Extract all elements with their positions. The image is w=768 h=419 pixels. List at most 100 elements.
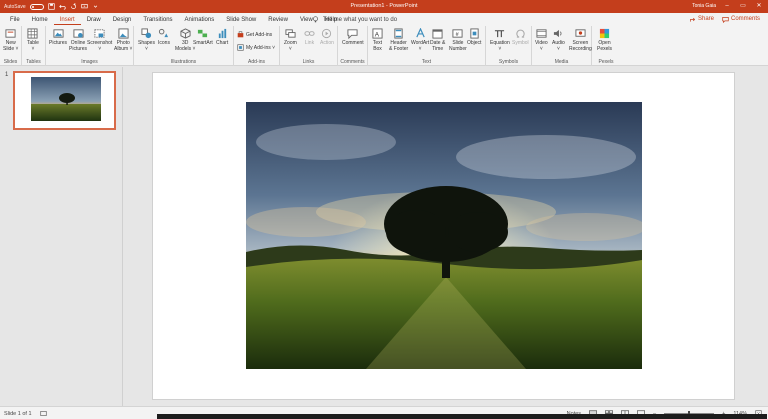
screen-recording-icon [575, 29, 586, 37]
tab-review[interactable]: Review [262, 16, 294, 25]
group-label: Media [554, 59, 569, 65]
equation-button[interactable]: Equation ˅ [490, 28, 510, 52]
comments-button[interactable]: Comments [722, 16, 760, 23]
speaker-icon [553, 29, 562, 38]
pexels-icon [599, 28, 610, 39]
screen-recording-button[interactable]: Screen Recording [569, 28, 592, 52]
text-box-button[interactable]: A Text Box [372, 28, 383, 52]
slide-thumbnails-pane: 1 [0, 67, 123, 406]
chart-button[interactable]: Chart [216, 28, 228, 46]
smartart-icon [198, 29, 208, 38]
object-icon [470, 28, 479, 39]
tab-design[interactable]: Design [107, 16, 138, 25]
tab-slide-show[interactable]: Slide Show [220, 16, 262, 25]
screen-recording-label-2: Recording [569, 46, 592, 52]
object-button[interactable]: Object [467, 28, 481, 46]
group-media: Video ˅ Audio ˅ Screen Recording Media [532, 26, 592, 66]
symbol-button[interactable]: Symbol [512, 28, 529, 46]
table-button[interactable]: Table ˅ [27, 28, 39, 52]
group-pexels: Open Pexels Pexels [592, 26, 620, 66]
share-button[interactable]: Share [689, 16, 714, 23]
cube-icon [180, 28, 191, 39]
photo-album-button[interactable]: Photo Album ˅ [114, 28, 132, 52]
icons-button[interactable]: Icons [158, 28, 170, 46]
tab-draw[interactable]: Draw [81, 16, 107, 25]
chart-label: Chart [216, 40, 229, 46]
landscape-photo[interactable] [246, 102, 642, 369]
online-pictures-label-2: Pictures [69, 46, 88, 52]
date-time-button[interactable]: Date & Time [430, 28, 445, 52]
user-name[interactable]: Tonia Gaia [692, 3, 716, 9]
tell-me-box[interactable]: Tell me what you want to do [312, 16, 397, 23]
wordart-icon [415, 28, 425, 38]
text-box-icon: A [372, 28, 383, 39]
slide-thumbnail[interactable] [13, 71, 116, 130]
smartart-button[interactable]: SmartArt [193, 28, 213, 46]
audio-button[interactable]: Audio ˅ [552, 28, 565, 52]
shapes-button[interactable]: Shapes ˅ [138, 28, 155, 52]
group-label: Comments [340, 59, 365, 65]
pictures-button[interactable]: Pictures [49, 28, 67, 46]
tab-animations[interactable]: Animations [179, 16, 221, 25]
tab-insert[interactable]: Insert [53, 16, 81, 25]
zoom-button[interactable]: Zoom ˅ [284, 28, 297, 52]
online-pictures-button[interactable]: Online Pictures [69, 28, 87, 52]
equation-caret: ˅ [498, 46, 502, 52]
online-pictures-icon [72, 29, 84, 38]
tab-transitions[interactable]: Transitions [137, 16, 178, 25]
tab-home[interactable]: Home [26, 16, 54, 25]
new-slide-icon [5, 29, 16, 38]
svg-text:A: A [375, 31, 380, 38]
minimize-button[interactable]: – [722, 3, 732, 9]
new-slide-label-2: Slide ˅ [3, 46, 19, 52]
ribbon-tabs: File Home Insert Draw Design Transitions Anima… [0, 13, 768, 26]
link-button[interactable]: Link [304, 28, 315, 46]
chart-icon [218, 28, 226, 39]
group-comments: Comment Comments [338, 26, 368, 66]
table-caret: ˅ [31, 46, 35, 52]
slide-canvas[interactable] [152, 72, 735, 400]
close-button[interactable]: ✕ [754, 2, 764, 9]
action-button[interactable]: Action [320, 28, 334, 46]
zoom-icon [285, 29, 296, 38]
new-slide-button[interactable]: New Slide ˅ [3, 28, 18, 52]
header-footer-icon [394, 28, 403, 39]
action-icon [322, 28, 332, 39]
get-addins-button[interactable]: Get Add-ins [237, 31, 272, 38]
video-button[interactable]: Video ˅ [535, 28, 548, 52]
wordart-button[interactable]: WordArt ˅ [411, 28, 429, 52]
screenshot-caret: ˅ [98, 46, 102, 52]
header-footer-button[interactable]: Header & Footer [389, 28, 408, 52]
group-label: Slides [3, 59, 18, 65]
my-addins-button[interactable]: My Add-ins ˅ [237, 44, 275, 51]
calendar-icon [432, 29, 443, 39]
accessibility-icon[interactable] [39, 410, 47, 417]
lightbulb-icon [313, 16, 318, 23]
slide-number-button[interactable]: # Slide Number [449, 28, 467, 52]
shapes-caret: ˅ [145, 46, 148, 52]
open-pexels-button[interactable]: Open Pexels [597, 28, 612, 52]
zoom-caret: ˅ [288, 46, 292, 52]
comment-button[interactable]: Comment [342, 28, 364, 46]
omega-icon [516, 29, 525, 38]
group-label: Symbols [498, 59, 519, 65]
comment-label: Comment [342, 40, 364, 46]
comment-icon [722, 17, 729, 23]
share-label: Share [697, 16, 714, 22]
get-addins-label: Get Add-ins [246, 31, 273, 38]
screenshot-button[interactable]: Screenshot ˅ [87, 28, 112, 52]
pictures-icon [52, 29, 64, 38]
store-icon [237, 31, 244, 38]
video-icon [536, 29, 547, 38]
maximize-button[interactable]: ▭ [738, 2, 748, 9]
tab-file[interactable]: File [4, 16, 26, 25]
group-images: Pictures Online Pictures Screenshot ˅ Ph… [46, 26, 134, 66]
ribbon: New Slide ˅ Slides Table ˅ Tables Pictur… [0, 26, 768, 66]
group-label: Illustrations [170, 59, 197, 65]
group-label: Links [302, 59, 315, 65]
open-pexels-label-2: Pexels [597, 46, 613, 52]
title-bar: AutoSave Presentation1 - PowerPoint Toni… [0, 0, 768, 13]
group-slides: New Slide ˅ Slides [0, 26, 22, 66]
action-label: Action [320, 40, 334, 46]
icons-label: Icons [158, 40, 170, 46]
